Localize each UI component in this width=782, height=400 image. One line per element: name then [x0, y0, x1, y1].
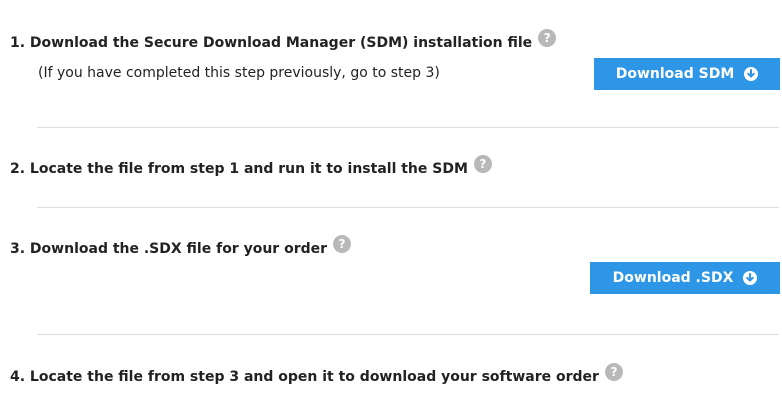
download-sdx-button[interactable]: Download .SDX [590, 262, 780, 294]
divider [37, 207, 779, 208]
download-sdx-label: Download .SDX [612, 270, 734, 286]
help-icon[interactable]: ? [538, 29, 557, 47]
step-3-title: 3. Download the .SDX file for your order… [10, 235, 352, 258]
download-sdm-button[interactable]: Download SDM [594, 58, 780, 90]
help-icon[interactable]: ? [473, 155, 492, 173]
step-2-label: 2. Locate the file from step 1 and run i… [10, 161, 468, 177]
step-4-title: 4. Locate the file from step 3 and open … [10, 363, 623, 386]
divider [37, 127, 779, 128]
step-1-note: (If you have completed this step previou… [38, 65, 440, 81]
help-icon[interactable]: ? [604, 363, 623, 381]
divider [37, 334, 779, 335]
download-icon [744, 67, 759, 81]
download-sdm-label: Download SDM [615, 66, 735, 82]
step-2-title: 2. Locate the file from step 1 and run i… [10, 155, 492, 178]
step-3-label: 3. Download the .SDX file for your order [10, 241, 328, 257]
step-1-label: 1. Download the Secure Download Manager … [10, 35, 533, 51]
help-icon[interactable]: ? [333, 235, 352, 253]
download-icon [743, 271, 758, 285]
step-1-title: 1. Download the Secure Download Manager … [10, 29, 557, 52]
step-4-label: 4. Locate the file from step 3 and open … [10, 369, 599, 385]
